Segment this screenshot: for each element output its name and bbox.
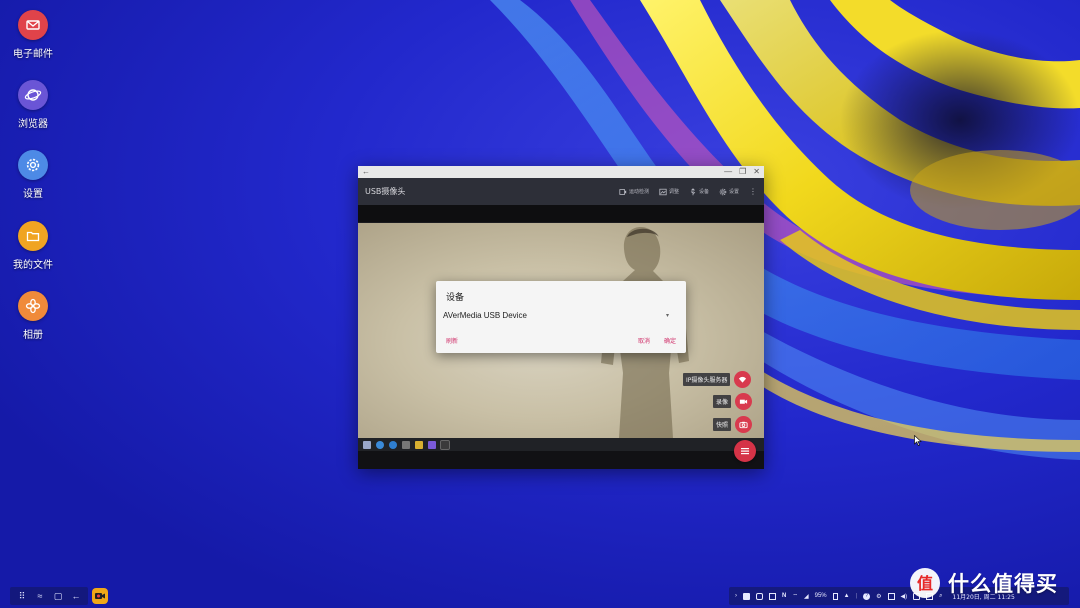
adjust-label: 调整 xyxy=(668,189,679,195)
restore-icon[interactable]: ❐ xyxy=(739,166,746,178)
nfc-icon[interactable]: N xyxy=(782,593,786,599)
dropdown-arrow-icon: ▾ xyxy=(665,313,669,319)
grid-menu-icon xyxy=(741,448,749,455)
snapshot-label: 快照 xyxy=(713,418,732,431)
desktop-icon-browser[interactable]: 浏览器 xyxy=(8,80,58,130)
usb-camera-app-icon[interactable] xyxy=(92,588,108,604)
adjust-button[interactable]: 调整 xyxy=(659,188,679,196)
desktop-icon-gallery[interactable]: 相册 xyxy=(8,291,58,341)
window-titlebar[interactable]: ← — ❐ ✕ xyxy=(358,166,764,178)
edge-icon xyxy=(376,440,384,449)
home-icon[interactable]: ▢ xyxy=(51,587,65,605)
desktop-icon-settings[interactable]: 设置 xyxy=(8,150,58,200)
app-drawer-icon[interactable]: ⠿ xyxy=(15,587,29,605)
device-dialog: 设备 AVerMedia USB Device ▾ 刷新 取消 确定 xyxy=(436,281,686,353)
gear-icon xyxy=(719,188,727,195)
settings-label: 设置 xyxy=(728,189,739,195)
battery-icon xyxy=(832,592,838,600)
image-icon xyxy=(659,188,667,195)
email-icon xyxy=(18,10,48,40)
battery-percent: 95% xyxy=(814,593,827,599)
snapshot-action[interactable]: 快照 xyxy=(713,416,753,433)
motion-detect-label: 运动检测 xyxy=(628,189,649,195)
device-dropdown-value: AVerMedia USB Device xyxy=(443,311,527,320)
expand-up-icon[interactable]: ▲ xyxy=(844,593,850,599)
watermark: 值 什么值得买 xyxy=(908,566,1058,600)
camera-icon[interactable] xyxy=(735,416,753,433)
watermark-logo: 值 xyxy=(910,568,940,598)
desktop-icon-label: 浏览器 xyxy=(18,119,48,130)
wifi-signal-icon[interactable]: ⌔ xyxy=(792,592,798,600)
svg-text:值: 值 xyxy=(917,574,933,593)
desktop-icon-label: 设置 xyxy=(23,189,43,200)
gallery-icon xyxy=(18,291,48,321)
app-icon xyxy=(428,440,436,449)
preview-letterbox-bottom xyxy=(358,451,764,469)
settings-icon xyxy=(18,150,48,180)
folder-icon xyxy=(415,440,423,449)
more-menu-icon[interactable]: ⋮ xyxy=(749,187,757,196)
motion-detect-button[interactable]: 运动检测 xyxy=(619,188,649,196)
help-icon[interactable]: ? xyxy=(863,592,871,600)
device-dropdown[interactable]: AVerMedia USB Device ▾ xyxy=(443,309,676,322)
usb-icon xyxy=(690,187,696,195)
folder-icon xyxy=(18,221,48,251)
dialog-title: 设备 xyxy=(446,293,465,303)
separator: | xyxy=(855,593,858,599)
refresh-button[interactable]: 刷新 xyxy=(446,336,458,345)
ip-camera-server-action[interactable]: IP摄像头服务器 xyxy=(683,371,752,388)
wifi-icon[interactable] xyxy=(734,371,752,388)
browser-icon xyxy=(18,80,48,110)
remote-desktop-taskbar xyxy=(358,438,764,451)
device-label: 设备 xyxy=(698,189,709,195)
settings-button[interactable]: 设置 xyxy=(719,188,739,196)
navigation-dock: ⠿ ≈ ▢ ← xyxy=(10,587,88,605)
expand-tray-icon[interactable]: › xyxy=(735,593,737,599)
record-label: 录像 xyxy=(713,395,732,408)
minimize-icon[interactable]: — xyxy=(724,166,732,178)
back-icon[interactable]: ← xyxy=(69,587,83,605)
cancel-button[interactable]: 取消 xyxy=(638,336,650,345)
record-action[interactable]: 录像 xyxy=(713,393,753,410)
back-arrow-icon[interactable]: ← xyxy=(362,166,370,178)
mouse-cursor-icon xyxy=(914,435,922,446)
ie-icon xyxy=(389,440,397,449)
device-button[interactable]: 设备 xyxy=(689,187,709,196)
camera-app-icon xyxy=(440,439,450,450)
screen-record-icon[interactable] xyxy=(743,592,750,600)
desktop-icon-label: 我的文件 xyxy=(13,260,53,271)
preview-letterbox-top xyxy=(358,205,764,222)
display-icon[interactable] xyxy=(887,592,895,600)
windows-start-icon xyxy=(363,440,371,449)
cellular-signal-icon[interactable]: ◢ xyxy=(804,593,809,600)
screenshot-icon[interactable] xyxy=(769,592,776,600)
ok-button[interactable]: 确定 xyxy=(664,336,676,345)
desktop-icon-label: 电子邮件 xyxy=(13,49,53,60)
settings-tray-icon[interactable]: ⚙ xyxy=(876,593,881,600)
menu-fab[interactable] xyxy=(734,440,756,462)
volume-icon[interactable]: ◀) xyxy=(901,593,908,600)
recent-apps-icon[interactable]: ≈ xyxy=(33,587,47,605)
desktop-icon-label: 相册 xyxy=(23,330,43,341)
desktop-icon-email[interactable]: 电子邮件 xyxy=(8,10,58,60)
explorer-icon xyxy=(402,440,410,449)
desktop-icon-my-files[interactable]: 我的文件 xyxy=(8,221,58,271)
home-tray-icon[interactable] xyxy=(756,592,763,600)
ip-camera-server-label: IP摄像头服务器 xyxy=(683,373,731,386)
watermark-text: 什么值得买 xyxy=(948,572,1058,596)
video-camera-icon[interactable] xyxy=(735,393,753,410)
motion-icon xyxy=(619,188,627,195)
app-toolbar: USB摄像头 运动检测 调整 设备 设置 ⋮ xyxy=(358,178,764,205)
app-title: USB摄像头 xyxy=(365,187,406,196)
close-icon[interactable]: ✕ xyxy=(753,166,760,178)
